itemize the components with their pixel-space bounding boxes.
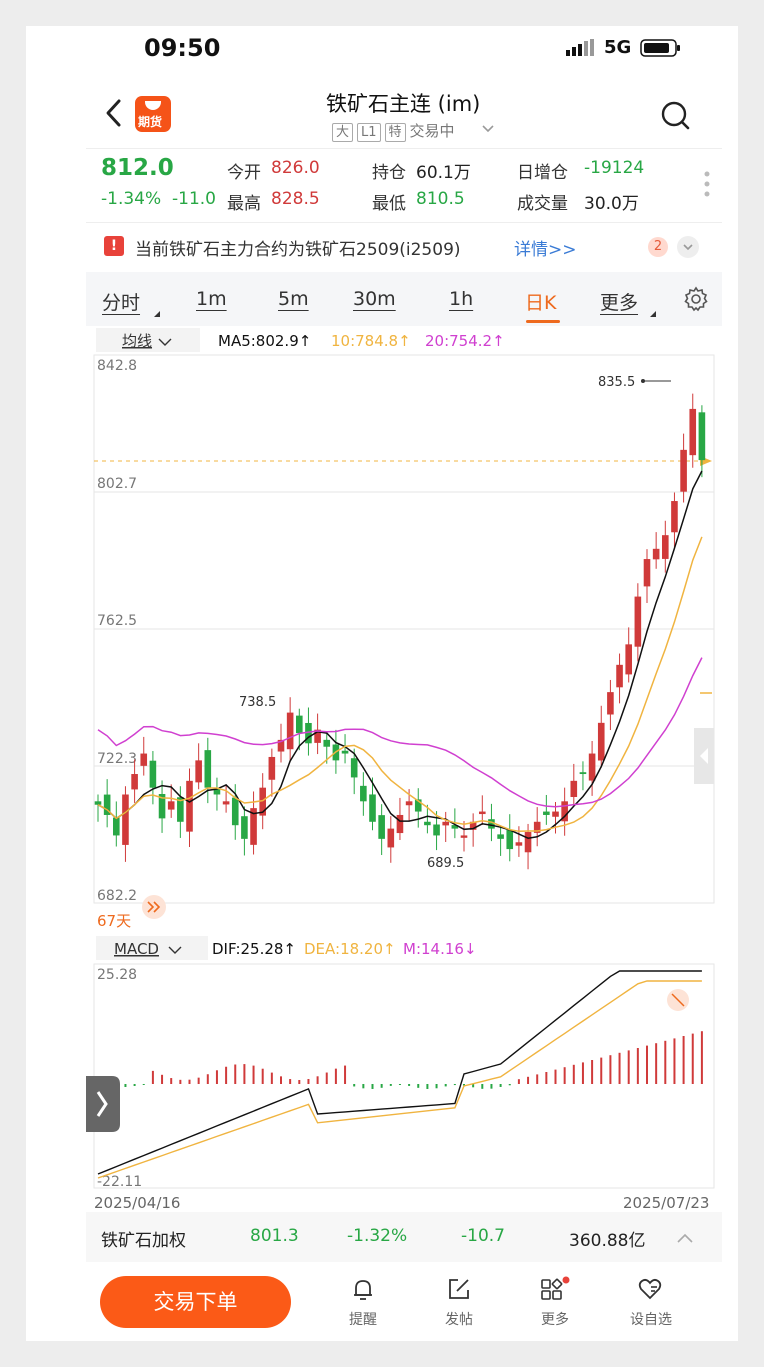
candle-body — [680, 449, 687, 492]
candle-body — [460, 835, 468, 838]
index-amount: 360.88亿 — [569, 1231, 646, 1251]
candle-body — [405, 801, 413, 806]
y-label: 802.7 — [97, 476, 137, 492]
candle-body — [570, 780, 578, 797]
nav-more[interactable]: 更多 — [525, 1309, 585, 1329]
candle-body — [616, 664, 623, 688]
candle-body — [268, 756, 276, 780]
candle-body — [195, 760, 202, 783]
nav-post[interactable]: 发帖 — [429, 1309, 489, 1329]
candle-body — [698, 412, 706, 461]
high-marker: 835.5 — [598, 375, 635, 390]
candle-body — [222, 801, 230, 805]
candle-body — [167, 801, 175, 810]
macd-y-top: 25.28 — [97, 967, 137, 983]
candle-body — [286, 712, 294, 750]
date-end: 2025/07/23 — [623, 1194, 709, 1212]
candle-body — [113, 817, 120, 836]
candle-body — [94, 801, 102, 805]
y-label: 722.3 — [97, 751, 137, 767]
macd-frame — [93, 963, 715, 1189]
candle-body — [588, 753, 596, 781]
candle-body — [634, 596, 642, 647]
y-label: 842.8 — [97, 358, 137, 374]
candle-body — [497, 834, 504, 839]
candle-body — [323, 739, 331, 747]
candle-body — [442, 821, 449, 826]
kline-chart-area: 均线 MA5:802.9↑ 10:784.8↑ 20:754.2↑ 842.8 … — [86, 328, 715, 1212]
macd-selector[interactable]: MACD — [114, 940, 159, 958]
dea-label: DEA:18.20↑ — [304, 940, 396, 958]
ma-selector[interactable]: 均线 — [122, 332, 152, 350]
heart-icon[interactable] — [637, 1276, 663, 1306]
index-change-pct: -1.32% — [347, 1226, 408, 1246]
candle-body — [369, 794, 376, 822]
candle-body — [515, 842, 523, 846]
candle-body — [241, 816, 248, 839]
candle-body — [579, 772, 587, 775]
candle-body — [360, 785, 367, 802]
candle-body — [479, 811, 486, 815]
candle-body — [204, 750, 212, 788]
bell-icon[interactable] — [350, 1276, 376, 1306]
candle-body — [652, 548, 660, 560]
candle-body — [131, 774, 138, 790]
candle-body — [122, 794, 129, 845]
candle-body — [662, 535, 669, 559]
nav-watchlist[interactable]: 设自选 — [621, 1309, 681, 1329]
candle-body — [424, 821, 431, 826]
phone-screen: 09:50 5G 期货 铁矿石主连 (im) 大 L1 特交易中 812.0 -1.… — [26, 26, 738, 1341]
candle-body — [689, 408, 697, 456]
candle-body — [552, 811, 559, 817]
candle-body — [140, 753, 148, 766]
chevron-up-icon[interactable] — [675, 1230, 695, 1249]
index-price: 801.3 — [250, 1226, 299, 1246]
candle-body — [296, 715, 303, 734]
ma20-label: 20:754.2↑ — [425, 332, 505, 350]
y-label: 682.2 — [97, 888, 137, 904]
drawer-handle[interactable] — [86, 1076, 120, 1132]
apps-icon[interactable] — [540, 1276, 570, 1306]
days-label: 67天 — [97, 912, 131, 930]
candle-body — [387, 828, 395, 848]
candle-body — [643, 559, 651, 587]
candle-body — [671, 501, 678, 533]
y-label: 762.5 — [97, 613, 137, 629]
ma5-label: MA5:802.9↑ — [218, 332, 311, 350]
dif-label: DIF:25.28↑ — [212, 940, 296, 958]
ma10-label: 10:784.8↑ — [331, 332, 411, 350]
edit-icon[interactable] — [446, 1276, 472, 1306]
candle-body — [625, 644, 632, 675]
trade-button[interactable]: 交易下单 — [100, 1276, 291, 1328]
candle-body — [149, 760, 157, 788]
candle-body — [524, 832, 532, 853]
peak-marker: 738.5 — [239, 695, 276, 710]
high-marker-dot — [641, 379, 645, 383]
date-start: 2025/04/16 — [94, 1194, 180, 1212]
candle-body — [186, 780, 193, 832]
candle-body — [341, 750, 349, 754]
candle-body — [506, 829, 514, 850]
candle-body — [396, 814, 404, 834]
nav-remind[interactable]: 提醒 — [333, 1309, 393, 1329]
candle-body — [597, 722, 605, 761]
candle-body — [488, 819, 495, 829]
candle-body — [543, 811, 550, 815]
m-label: M:14.16↓ — [403, 940, 477, 958]
candle-body — [231, 797, 239, 826]
candle-body — [607, 692, 614, 715]
candle-body — [378, 815, 385, 839]
index-change: -10.7 — [461, 1226, 505, 1246]
candle-body — [433, 824, 440, 836]
low-marker: 689.5 — [427, 856, 464, 871]
index-name: 铁矿石加权 — [101, 1231, 186, 1251]
candle-body — [350, 758, 358, 778]
